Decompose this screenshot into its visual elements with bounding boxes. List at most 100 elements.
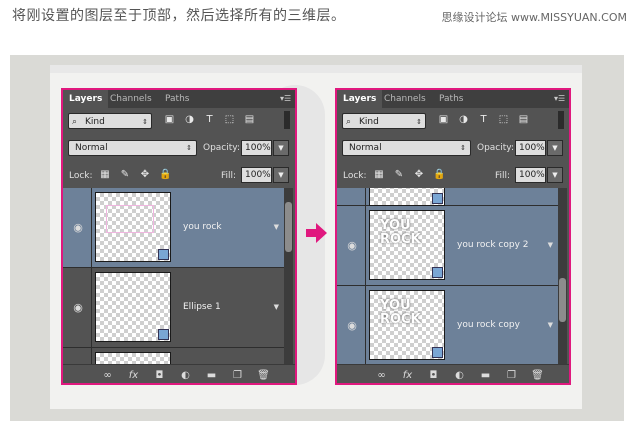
- panel-menu-icon[interactable]: ▾☰: [554, 94, 565, 104]
- lock-transparent-icon[interactable]: ▦: [99, 169, 111, 181]
- fill-input[interactable]: 100%: [515, 167, 546, 183]
- eye-icon[interactable]: ◉: [345, 240, 359, 251]
- filter-kind-select[interactable]: ⌕ Kind ⇕: [68, 113, 152, 129]
- link-layers-icon[interactable]: ∞: [101, 369, 114, 382]
- divider: [91, 268, 92, 347]
- adjustment-layer-icon[interactable]: ◐: [453, 369, 466, 382]
- new-layer-icon[interactable]: ❐: [505, 369, 518, 382]
- layer-row[interactable]: ◉ YOU ROCK you rock copy ▼: [337, 286, 559, 364]
- arrow-right-icon: [306, 223, 327, 243]
- add-mask-icon[interactable]: ◘: [153, 369, 166, 382]
- lock-position-icon[interactable]: ✥: [413, 169, 425, 181]
- type-filter-icon[interactable]: T: [477, 113, 490, 127]
- divider: [365, 188, 366, 205]
- divider: [91, 188, 92, 267]
- tab-layers[interactable]: Layers: [63, 90, 109, 108]
- trash-icon[interactable]: 🗑: [257, 369, 270, 382]
- opacity-dropdown-button[interactable]: ▼: [273, 140, 289, 156]
- eye-icon[interactable]: ◉: [345, 320, 359, 331]
- new-group-icon[interactable]: ▬: [205, 369, 218, 382]
- search-icon: ⌕: [346, 117, 352, 127]
- opacity-label: Opacity:: [203, 143, 240, 153]
- tab-channels[interactable]: Channels: [378, 90, 432, 108]
- layer-thumbnail: [369, 188, 445, 206]
- filter-kind-select[interactable]: ⌕ Kind ⇕: [342, 113, 426, 129]
- layer-name: you rock copy: [457, 320, 520, 330]
- link-layers-icon[interactable]: ∞: [375, 369, 388, 382]
- fx-icon[interactable]: fx: [401, 369, 414, 382]
- layer-row[interactable]: ◉ YOU ROCK you rock copy 2 ▼: [337, 206, 559, 286]
- lock-all-icon[interactable]: 🔒: [433, 169, 445, 181]
- pixel-filter-icon[interactable]: ▣: [437, 113, 450, 127]
- 3d-cube-icon: [432, 193, 443, 204]
- caption: 将刚设置的图层至于顶部，然后选择所有的三维层。: [12, 8, 346, 24]
- layer-row[interactable]: [337, 188, 559, 206]
- blend-mode-select[interactable]: Normal ⇕: [68, 140, 197, 156]
- fill-label: Fill:: [221, 171, 237, 181]
- layer-row[interactable]: ◉ Ellipse 1 ▼: [63, 268, 285, 348]
- divider: [91, 348, 92, 364]
- fill-label: Fill:: [495, 171, 511, 181]
- blend-mode-value: Normal: [75, 143, 108, 153]
- layer-list-scrollbar[interactable]: [284, 188, 293, 364]
- fill-dropdown-button[interactable]: ▼: [547, 167, 563, 183]
- tab-paths[interactable]: Paths: [159, 90, 195, 108]
- panel-menu-icon[interactable]: ▾☰: [280, 94, 291, 104]
- eye-icon[interactable]: ◉: [71, 302, 85, 313]
- lock-all-icon[interactable]: 🔒: [159, 169, 171, 181]
- layer-list: ◉ you rock ▼ ◉ Ellipse 1 ▼: [63, 188, 285, 364]
- opacity-input[interactable]: 100%: [241, 140, 272, 156]
- filter-toggle[interactable]: [284, 111, 290, 129]
- pixel-filter-icon[interactable]: ▣: [163, 113, 176, 127]
- layer-thumbnail: [95, 192, 171, 262]
- thumbnail-artwork: YOU ROCK: [380, 218, 421, 247]
- opacity-input[interactable]: 100%: [515, 140, 546, 156]
- adjustment-filter-icon[interactable]: ◑: [457, 113, 470, 127]
- type-filter-icon[interactable]: T: [203, 113, 216, 127]
- smart-object-filter-icon[interactable]: ▤: [517, 113, 530, 127]
- scrollbar-thumb[interactable]: [285, 202, 292, 252]
- tab-layers[interactable]: Layers: [337, 90, 383, 108]
- tab-channels[interactable]: Channels: [104, 90, 158, 108]
- tab-paths[interactable]: Paths: [433, 90, 469, 108]
- eye-icon[interactable]: ◉: [71, 222, 85, 233]
- 3d-cube-icon: [158, 329, 169, 340]
- smart-object-filter-icon[interactable]: ▤: [243, 113, 256, 127]
- lock-position-icon[interactable]: ✥: [139, 169, 151, 181]
- search-icon: ⌕: [72, 117, 78, 127]
- panel-tabs: Layers Channels Paths ▾☰: [63, 90, 295, 108]
- stepper-icon: ⇕: [416, 118, 422, 126]
- lock-pixels-icon[interactable]: ✎: [119, 169, 131, 181]
- stepper-icon: ⇕: [460, 144, 466, 152]
- expand-triangle-icon[interactable]: ▼: [274, 223, 279, 231]
- lock-transparent-icon[interactable]: ▦: [373, 169, 385, 181]
- panel-footer: ∞ fx ◘ ◐ ▬ ❐ 🗑: [63, 364, 295, 383]
- trash-icon[interactable]: 🗑: [531, 369, 544, 382]
- adjustment-filter-icon[interactable]: ◑: [183, 113, 196, 127]
- adjustment-layer-icon[interactable]: ◐: [179, 369, 192, 382]
- shape-filter-icon[interactable]: ⬚: [223, 113, 236, 127]
- layer-row[interactable]: ◉ you rock ▼: [63, 188, 285, 268]
- shape-filter-icon[interactable]: ⬚: [497, 113, 510, 127]
- blend-mode-select[interactable]: Normal ⇕: [342, 140, 471, 156]
- lock-pixels-icon[interactable]: ✎: [393, 169, 405, 181]
- expand-triangle-icon[interactable]: ▼: [548, 321, 553, 329]
- expand-triangle-icon[interactable]: ▼: [548, 241, 553, 249]
- layers-panel-before: Layers Channels Paths ▾☰ ⌕ Kind ⇕ ▣ ◑ T …: [61, 88, 297, 385]
- add-mask-icon[interactable]: ◘: [427, 369, 440, 382]
- filter-toggle[interactable]: [558, 111, 564, 129]
- fill-input[interactable]: 100%: [241, 167, 272, 183]
- layer-thumbnail: [95, 352, 171, 364]
- fill-dropdown-button[interactable]: ▼: [273, 167, 289, 183]
- watermark: 思缘设计论坛 www.MISSYUAN.COM: [441, 11, 627, 24]
- opacity-dropdown-button[interactable]: ▼: [547, 140, 563, 156]
- fx-icon[interactable]: fx: [127, 369, 140, 382]
- new-layer-icon[interactable]: ❐: [231, 369, 244, 382]
- 3d-cube-icon: [158, 249, 169, 260]
- layer-row[interactable]: [63, 348, 285, 364]
- new-group-icon[interactable]: ▬: [479, 369, 492, 382]
- layer-name: Ellipse 1: [183, 302, 221, 312]
- scrollbar-thumb[interactable]: [559, 278, 566, 322]
- layer-list-scrollbar[interactable]: [558, 188, 567, 364]
- expand-triangle-icon[interactable]: ▼: [274, 303, 279, 311]
